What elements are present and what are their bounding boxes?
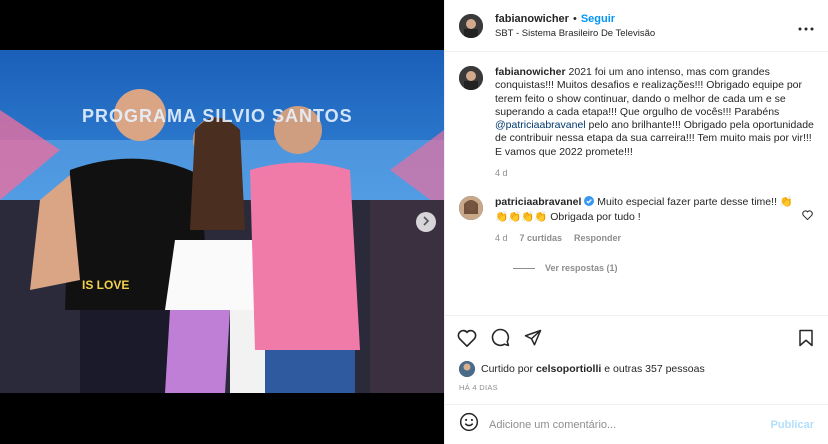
separator-dot: • — [572, 12, 577, 25]
add-comment-bar: Adicione um comentário... Publicar — [445, 404, 828, 444]
caption-line-2: E vamos que 2022 promete!!! — [495, 145, 633, 158]
next-photo-button[interactable] — [416, 212, 436, 232]
post-media: PROGRAMA SILVIO SANTOS IS LOVE — [0, 0, 444, 444]
emoji-icon[interactable] — [459, 412, 479, 437]
chevron-right-icon — [422, 213, 430, 231]
likes-suffix[interactable]: e outras 357 pessoas — [604, 363, 704, 375]
post-timestamp[interactable]: HÁ 4 DIAS — [445, 379, 828, 404]
caption-meta: 4 d — [495, 167, 814, 180]
comment-username[interactable]: patriciaabravanel — [495, 196, 581, 208]
avatar[interactable] — [459, 196, 483, 221]
share-icon[interactable] — [524, 329, 542, 347]
caption-body: fabianowicher 2021 foi um ano intenso, m… — [495, 66, 814, 180]
likes-user[interactable]: celsoportiolli — [536, 363, 601, 375]
post-dialog: PROGRAMA SILVIO SANTOS IS LOVE fabianowi… — [0, 0, 828, 444]
comment-body: patriciaabravanel Muito especial fazer p… — [495, 196, 800, 245]
caption-mention[interactable]: @patriciaabravanel — [495, 119, 586, 131]
view-replies-label: Ver respostas (1) — [545, 263, 618, 274]
comment-meta: 4 d 7 curtidas Responder — [495, 232, 800, 245]
view-replies-button[interactable]: Ver respostas (1) — [513, 263, 814, 273]
avatar[interactable] — [459, 361, 475, 377]
comment-item: patriciaabravanel Muito especial fazer p… — [459, 196, 814, 245]
comment-likes[interactable]: 7 curtidas — [520, 232, 563, 245]
reply-button[interactable]: Responder — [574, 232, 621, 245]
avatar[interactable] — [459, 66, 483, 90]
heart-icon[interactable] — [457, 329, 477, 347]
follow-button[interactable]: Seguir — [581, 13, 615, 25]
publish-button[interactable]: Publicar — [771, 419, 814, 431]
likes-summary: Curtido por celsoportiolli e outras 357 … — [445, 359, 828, 379]
comment-age[interactable]: 4 d — [495, 232, 508, 245]
comment-input[interactable]: Adicione um comentário... — [489, 419, 771, 431]
comment-icon[interactable] — [491, 328, 510, 347]
photo-banner: PROGRAMA SILVIO SANTOS — [82, 106, 353, 126]
shirt-text: IS LOVE — [82, 278, 130, 292]
caption-age[interactable]: 4 d — [495, 167, 508, 180]
divider-line — [513, 267, 535, 269]
action-bar — [445, 315, 828, 359]
likes-prefix: Curtido por — [481, 363, 533, 375]
username-link[interactable]: fabianowicher — [495, 13, 569, 25]
more-icon[interactable] — [798, 18, 814, 34]
bookmark-icon[interactable] — [798, 329, 814, 347]
heart-icon[interactable] — [800, 196, 814, 245]
caption-username[interactable]: fabianowicher — [495, 66, 566, 78]
header-text: fabianowicher • Seguir SBT - Sistema Bra… — [495, 13, 798, 39]
location-link[interactable]: SBT - Sistema Brasileiro De Televisão — [495, 28, 798, 39]
post-header: fabianowicher • Seguir SBT - Sistema Bra… — [445, 0, 828, 52]
verified-icon — [584, 196, 595, 210]
post-photo[interactable]: PROGRAMA SILVIO SANTOS IS LOVE — [0, 50, 444, 393]
avatar[interactable] — [459, 13, 483, 38]
photo-illustration — [0, 50, 444, 393]
comments-section: fabianowicher 2021 foi um ano intenso, m… — [445, 52, 828, 315]
caption: fabianowicher 2021 foi um ano intenso, m… — [459, 66, 814, 180]
post-sidebar: fabianowicher • Seguir SBT - Sistema Bra… — [444, 0, 828, 444]
